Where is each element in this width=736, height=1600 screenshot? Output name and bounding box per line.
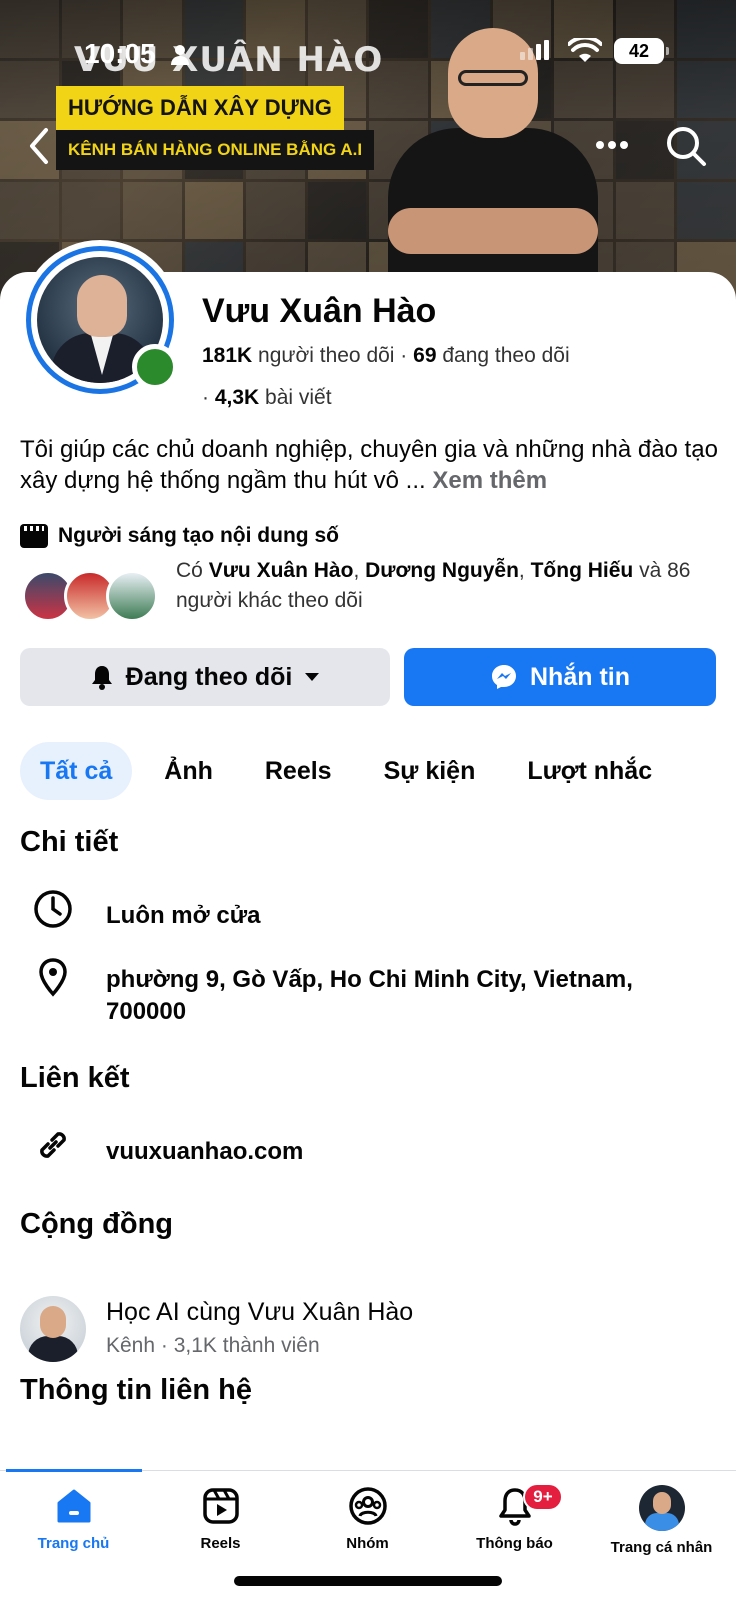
nav-reels[interactable]: Reels [147,1485,294,1552]
tab-photos[interactable]: Ảnh [144,742,233,800]
profile-bio: Tôi giúp các chủ doanh nghiệp, chuyên gi… [20,436,718,494]
link-icon [40,1132,66,1158]
focus-person-icon [171,45,189,65]
community-title: Cộng đồng [20,1208,174,1240]
profile-tabs: Tất cả Ảnh Reels Sự kiện Lượt nhắc [20,742,684,800]
message-button[interactable]: Nhắn tin [404,648,716,706]
followers-count: 181K [202,344,253,367]
nav-groups[interactable]: Nhóm [294,1485,441,1552]
address-text[interactable]: phường 9, Gò Vấp, Ho Chi Minh City, Viet… [106,964,706,1028]
home-indicator [234,1576,502,1586]
community-avatar[interactable] [20,1296,86,1362]
tab-events[interactable]: Sự kiện [364,742,496,800]
posts-stats: · 4,3K bài viết [202,386,332,409]
mutual-followers-text[interactable]: Có Vưu Xuân Hào, Dương Nguyễn, Tống Hiếu… [176,556,716,616]
details-title: Chi tiết [20,826,119,858]
following-button[interactable]: Đang theo dõi [20,648,390,706]
active-tab-indicator [6,1469,142,1472]
status-time: 10:05 [84,38,156,69]
nav-home[interactable]: Trang chủ [0,1485,147,1552]
website-link[interactable]: vuuxuanhao.com [106,1136,303,1168]
posts-count: 4,3K [214,386,260,409]
location-pin-icon [39,958,67,997]
clock-icon [34,890,72,928]
profile-name: Vưu Xuân Hào [202,292,437,330]
contact-info-title: Thông tin liên hệ [20,1374,252,1406]
see-more-link[interactable]: Xem thêm [432,467,547,494]
creator-category: Người sáng tạo nội dung số [20,524,339,548]
tab-reels[interactable]: Reels [245,742,352,800]
cellular-signal-icon [520,40,549,60]
bell-icon [91,666,112,690]
community-name[interactable]: Học AI cùng Vưu Xuân Hào [106,1298,413,1327]
status-bar: 10:05 42 [0,0,736,100]
wifi-icon [568,38,602,62]
hours-text: Luôn mở cửa [106,902,261,929]
reels-icon [202,1488,239,1524]
follower-avatar [106,570,158,622]
profile-stats[interactable]: 181K người theo dõi · 69 đang theo dõi [202,344,570,368]
tab-all[interactable]: Tất cả [20,742,133,800]
online-status-dot [132,344,178,390]
tab-mentions[interactable]: Lượt nhắc [507,742,672,800]
back-chevron-icon[interactable] [22,126,56,166]
notifications-badge: 9+ [523,1483,563,1511]
cover-banner-subtitle: KÊNH BÁN HÀNG ONLINE BẰNG A.I [56,130,375,170]
groups-icon [348,1487,387,1525]
battery-indicator: 42 [614,38,669,64]
nav-notifications[interactable]: 9+ Thông báo [441,1483,588,1552]
mutual-followers-avatars[interactable] [22,570,158,622]
community-meta: Kênh · 3,1K thành viên [106,1334,320,1357]
profile-avatar-small [638,1485,685,1531]
more-options-icon[interactable] [592,130,632,160]
caret-down-icon [305,673,320,681]
links-title: Liên kết [20,1062,130,1094]
following-count: 69 [413,344,437,367]
search-icon[interactable] [664,124,708,168]
nav-profile[interactable]: Trang cá nhân [588,1485,735,1556]
messenger-icon [492,665,516,689]
clapperboard-icon [20,524,48,548]
home-icon [57,1489,90,1523]
